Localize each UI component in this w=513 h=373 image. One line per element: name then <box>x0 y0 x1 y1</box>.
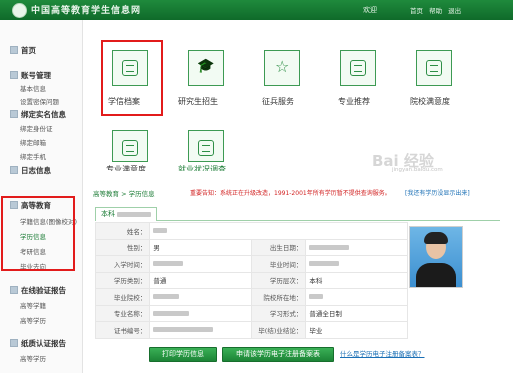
school-label: 毕业院校： <box>94 288 151 306</box>
student-photo <box>409 226 463 288</box>
online-report-icon <box>10 286 18 294</box>
home-icon <box>10 46 18 54</box>
name-label: 姓名： <box>94 222 151 240</box>
paper-report-icon <box>10 339 18 347</box>
degree-tabs: 本科 <box>95 206 500 221</box>
grad-label: 毕业时间： <box>250 255 307 273</box>
sidebar-section-online-report[interactable]: 在线验证报告 <box>10 285 66 296</box>
sidebar-highlight-box <box>1 196 75 271</box>
realname-icon <box>10 110 18 118</box>
service-tile-postgrad[interactable] <box>188 50 224 86</box>
grad-value <box>305 255 408 273</box>
missing-degree-link[interactable]: [我还有学历没显示出来] <box>405 188 470 197</box>
home-link[interactable]: 首页 <box>410 7 423 15</box>
service-label-school-satisfaction[interactable]: 院校满意度 <box>410 96 450 107</box>
service-tile-employment-survey[interactable] <box>188 130 224 162</box>
sidebar-section-paper-report[interactable]: 纸质认证报告 <box>10 338 66 349</box>
service-tile-major-recommend[interactable] <box>340 50 376 86</box>
star-icon <box>274 57 290 76</box>
service-label-employment-survey[interactable]: 就业状况调查 <box>178 164 226 171</box>
degree-record-table: 姓名： 性别： 男 出生日期： 入学时间： 毕业时间： 学历类别： 普通 学历层… <box>94 222 408 339</box>
school-icon <box>426 60 442 76</box>
type-label: 学历类别： <box>94 271 151 289</box>
result-label: 毕(结)业结论： <box>250 321 307 339</box>
top-bar: 中国高等教育学生信息网 欢迎 首页 帮助 退出 <box>0 0 513 20</box>
breadcrumb[interactable]: 高等教育 > 学历信息 <box>93 190 155 198</box>
baidu-watermark-url: jingyan.baidu.com <box>392 167 443 173</box>
redacted-text <box>117 211 152 217</box>
photo-hair <box>424 232 448 244</box>
service-label-major-recommend[interactable]: 专业推荐 <box>338 96 370 107</box>
sidebar-item-home[interactable]: 首页 <box>10 45 36 56</box>
top-links: 首页 帮助 退出 <box>410 5 465 15</box>
level-label: 学历层次： <box>250 271 307 289</box>
sidebar-item-log[interactable]: 日志信息 <box>10 165 51 176</box>
service-tile-enlist[interactable] <box>264 50 300 86</box>
print-degree-button[interactable]: 打印学历信息 <box>149 347 217 362</box>
form-value: 普通全日制 <box>305 304 408 322</box>
sidebar-item-online-enrollment[interactable]: 高等学籍 <box>20 300 46 310</box>
survey-icon <box>198 140 214 156</box>
heart-book-icon <box>122 140 138 156</box>
sidebar-item-basic-info[interactable]: 基本信息 <box>20 83 46 93</box>
gender-value: 男 <box>149 238 252 256</box>
sidebar-item-online-degree[interactable]: 高等学历 <box>20 315 46 325</box>
major-label: 专业名称： <box>94 304 151 322</box>
sidebar-section-realname[interactable]: 绑定实名信息 <box>10 109 66 120</box>
logout-link[interactable]: 退出 <box>448 7 461 15</box>
sidebar-item-paper-degree[interactable]: 高等学历 <box>20 353 46 363</box>
enroll-label: 入学时间： <box>94 255 151 273</box>
sidebar-item-bind-email[interactable]: 绑定邮箱 <box>20 137 46 147</box>
log-icon <box>10 166 18 174</box>
result-value: 毕业 <box>305 321 408 339</box>
help-link[interactable]: 帮助 <box>429 7 442 15</box>
site-title[interactable]: 中国高等教育学生信息网 <box>31 3 141 16</box>
sidebar-item-security-question[interactable]: 设置密保问题 <box>20 96 59 106</box>
welcome-text: 欢迎 <box>363 6 377 14</box>
system-notice: 重要告知：系统正在升级改造，1991-2001年所有学历暂不提供查询服务。 <box>190 190 391 197</box>
school-value <box>149 288 252 306</box>
service-tile-school-satisfaction[interactable] <box>416 50 452 86</box>
major-value <box>149 304 252 322</box>
service-label-major-satisfaction[interactable]: 专业满意度 <box>106 164 146 171</box>
account-icon <box>10 71 18 79</box>
breadcrumb-bar: 高等教育 > 学历信息 重要告知：系统正在升级改造，1991-2001年所有学历… <box>93 188 503 200</box>
service-label-postgrad[interactable]: 研究生招生 <box>178 96 218 107</box>
location-label: 院校所在地： <box>250 288 307 306</box>
site-logo[interactable] <box>12 3 27 18</box>
sidebar-item-bind-id[interactable]: 绑定身份证 <box>20 123 53 133</box>
sidebar-item-bind-phone[interactable]: 绑定手机 <box>20 151 46 161</box>
level-value: 本科 <box>305 271 408 289</box>
photo-body <box>416 263 456 287</box>
chat-icon <box>350 60 366 76</box>
form-label: 学习形式： <box>250 304 307 322</box>
gender-label: 性别： <box>94 238 151 256</box>
graduation-cap-icon <box>198 60 214 76</box>
sidebar-section-account[interactable]: 账号管理 <box>10 70 51 81</box>
name-value <box>149 222 408 240</box>
cert-value <box>149 321 252 339</box>
birth-value <box>305 238 408 256</box>
service-label-enlist[interactable]: 征兵服务 <box>262 96 294 107</box>
registration-form-faq-link[interactable]: 什么是学历电子注册备案表？ <box>340 348 425 358</box>
cert-label: 证书编号： <box>94 321 151 339</box>
apply-registration-form-button[interactable]: 申请该学历电子注册备案表 <box>222 347 334 362</box>
type-value: 普通 <box>149 271 252 289</box>
service-tile-major-satisfaction[interactable] <box>112 130 148 162</box>
enroll-value <box>149 255 252 273</box>
location-value <box>305 288 408 306</box>
birth-label: 出生日期： <box>250 238 307 256</box>
archive-highlight-box <box>101 40 163 116</box>
tab-bachelor[interactable]: 本科 <box>95 207 158 221</box>
